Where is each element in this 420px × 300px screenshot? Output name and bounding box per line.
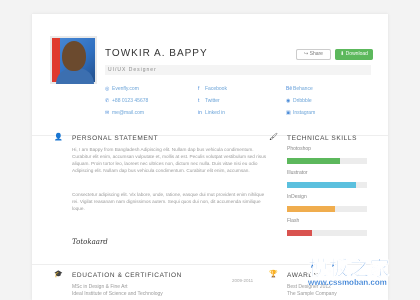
share-button[interactable]: ↪ Share — [296, 49, 331, 60]
contact-instagram-link[interactable]: ▣ Instagram — [286, 110, 315, 117]
skill-fill-flash — [287, 230, 312, 236]
education-school: Ideal Institute of Science and Technolog… — [72, 291, 163, 297]
profile-role: UI/UX Designer — [105, 65, 371, 75]
skill-bar-indesign — [287, 206, 367, 212]
signature: Totokaard — [72, 238, 108, 246]
share-label: Share — [309, 51, 323, 57]
globe-icon: ◎ — [105, 86, 110, 92]
contact-linkedin-link[interactable]: in Linked in — [198, 110, 225, 117]
photo-face — [62, 41, 86, 71]
contact-facebook-link[interactable]: f Facebook — [198, 86, 227, 93]
contact-behance-link[interactable]: BēBehance — [286, 86, 313, 93]
site-watermark: 模板之家 www.cssmoban.com — [308, 252, 418, 298]
personal-statement-paragraph-1: Hi, I am Bappy from Bangladesh Adipiscin… — [72, 147, 267, 173]
contact-phone: ✆ +88 0123 45678 — [105, 98, 149, 104]
dribbble-icon: ◉ — [286, 98, 291, 104]
education-title: EDUCATION & CERTIFICATION — [72, 272, 182, 279]
graduation-cap-icon: 🎓 — [54, 271, 63, 278]
contact-dribbble-link[interactable]: ◉ Dribbble — [286, 98, 312, 105]
phone-icon: ✆ — [105, 98, 110, 104]
skill-fill-indesign — [287, 206, 335, 212]
download-icon: ⬇ — [340, 51, 345, 57]
download-button[interactable]: ⬇ Download — [335, 49, 373, 60]
technical-skills-title: TECHNICAL SKILLS — [287, 135, 358, 142]
share-icon: ↪ — [304, 51, 309, 57]
linkedin-icon: in — [198, 110, 202, 116]
skill-bar-photoshop — [287, 158, 367, 164]
twitter-icon: t — [198, 98, 200, 104]
facebook-icon: f — [198, 86, 200, 92]
skill-fill-illustrator — [287, 182, 356, 188]
skill-fill-photoshop — [287, 158, 340, 164]
skill-bar-illustrator — [287, 182, 367, 188]
skill-label-photoshop: Photoshop — [287, 146, 311, 152]
contact-email-link[interactable]: ✉ me@mail.com — [105, 110, 144, 117]
behance-icon: Bē — [286, 86, 293, 92]
education-degree: MSc in Design & Fine Art — [72, 284, 128, 290]
skill-label-flash: Flash — [287, 218, 300, 224]
brush-icon: 🖌 — [269, 134, 278, 141]
profile-name: TOWKIR A. BAPPY — [105, 48, 208, 59]
skill-bar-flash — [287, 230, 367, 236]
profile-photo — [50, 36, 97, 84]
education-date: 2009-2011 — [232, 278, 254, 283]
mail-icon: ✉ — [105, 110, 110, 116]
personal-statement-title: PERSONAL STATEMENT — [72, 135, 159, 142]
instagram-icon: ▣ — [286, 110, 291, 116]
watermark-brand: 模板之家 — [308, 256, 390, 281]
personal-statement-paragraph-2: Consectetur adipiscing elit. Vix labore,… — [72, 192, 265, 211]
contact-website-link[interactable]: ◎ Evenfly.com — [105, 86, 139, 93]
skill-label-indesign: InDesign — [287, 194, 307, 200]
contact-twitter-link[interactable]: t Twitter — [198, 98, 220, 105]
trophy-icon: 🏆 — [269, 271, 278, 278]
skill-label-illustrator: Illustrator — [287, 170, 308, 176]
user-icon: 👤 — [54, 134, 63, 141]
watermark-url: www.cssmoban.com — [308, 278, 387, 287]
download-label: Download — [345, 51, 368, 57]
